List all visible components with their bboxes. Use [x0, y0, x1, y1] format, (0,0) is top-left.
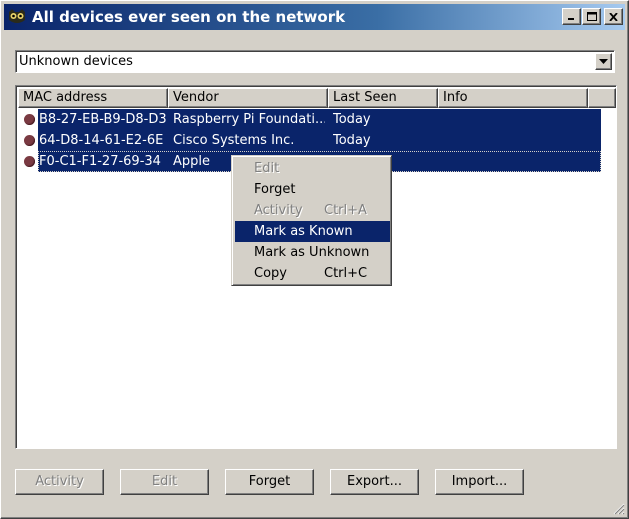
menu-item-shortcut: Ctrl+A [324, 203, 367, 218]
menu-item-label: Mark as Unknown [254, 245, 370, 260]
menu-item-label: Activity [254, 203, 303, 218]
column-header-vendor[interactable]: Vendor [168, 88, 328, 108]
title-bar[interactable]: All devices ever seen on the network [4, 4, 625, 30]
close-icon [609, 12, 618, 21]
mac-cell: B8-27-EB-B9-D8-D3 [39, 112, 167, 127]
context-menu: Edit Forget Activity Ctrl+A Mark as Know… [231, 155, 392, 286]
menu-item-label: Copy [254, 266, 287, 281]
mac-cell: F0-C1-F1-27-69-34 [39, 154, 161, 169]
minimize-icon [568, 18, 574, 20]
menu-item-label: Mark as Known [254, 224, 353, 239]
list-header: MAC address Vendor Last Seen Info [18, 88, 616, 108]
last-seen-cell: Today [333, 133, 371, 148]
edit-button[interactable]: Edit [120, 469, 209, 495]
resize-grip-icon[interactable] [613, 503, 625, 515]
column-header-info[interactable]: Info [438, 88, 588, 108]
menu-item-label: Forget [254, 182, 296, 197]
device-filter-dropdown[interactable]: Unknown devices [15, 50, 615, 73]
table-row[interactable]: 64-D8-14-61-E2-6E Cisco Systems Inc. Tod… [18, 130, 601, 151]
status-dot-icon [24, 114, 35, 125]
activity-button[interactable]: Activity [15, 469, 104, 495]
vendor-cell: Cisco Systems Inc. [173, 133, 295, 148]
last-seen-cell: Today [333, 112, 371, 127]
status-dot-icon [24, 135, 35, 146]
column-header-filler [588, 88, 616, 108]
chevron-down-icon [599, 59, 608, 64]
column-header-mac[interactable]: MAC address [18, 88, 168, 108]
menu-item-label: Edit [254, 161, 280, 176]
import-button[interactable]: Import... [435, 469, 524, 495]
menu-item-activity[interactable]: Activity Ctrl+A [235, 200, 390, 221]
maximize-button[interactable] [582, 8, 601, 25]
device-filter-value: Unknown devices [19, 54, 133, 69]
menu-item-mark-as-unknown[interactable]: Mark as Unknown [235, 242, 390, 263]
export-button[interactable]: Export... [330, 469, 419, 495]
main-window: All devices ever seen on the network Unk… [0, 0, 629, 519]
mac-cell: 64-D8-14-61-E2-6E [39, 133, 164, 148]
menu-item-edit[interactable]: Edit [235, 158, 390, 179]
status-dot-icon [24, 156, 35, 167]
menu-item-forget[interactable]: Forget [235, 179, 390, 200]
vendor-cell: Raspberry Pi Foundati... [173, 112, 325, 127]
menu-item-mark-as-known[interactable]: Mark as Known [235, 221, 390, 242]
menu-item-shortcut: Ctrl+C [324, 266, 368, 281]
dropdown-button[interactable] [595, 53, 612, 70]
table-row[interactable]: B8-27-EB-B9-D8-D3 Raspberry Pi Foundati.… [18, 109, 601, 130]
menu-item-copy[interactable]: Copy Ctrl+C [235, 263, 390, 284]
owl-icon [9, 9, 25, 23]
column-header-last-seen[interactable]: Last Seen [328, 88, 438, 108]
window-title: All devices ever seen on the network [32, 8, 346, 26]
forget-button[interactable]: Forget [225, 469, 314, 495]
minimize-button[interactable] [562, 8, 581, 25]
maximize-icon [586, 12, 597, 21]
close-button[interactable] [604, 8, 623, 25]
